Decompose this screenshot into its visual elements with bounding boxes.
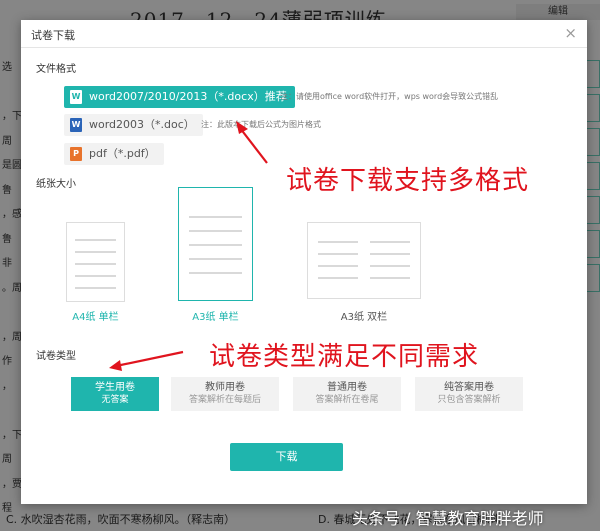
paper-line — [318, 241, 358, 243]
paper-size-label: 纸张大小 — [36, 179, 76, 190]
paper-line — [75, 239, 116, 241]
word-icon: W — [70, 118, 82, 132]
paper-type-title: 纯答案用卷 — [444, 382, 494, 393]
paper-line — [370, 265, 410, 267]
paper-type-title: 普通用卷 — [327, 382, 367, 393]
normal-paper-button[interactable]: 普通用卷 答案解析在卷尾 — [293, 377, 401, 411]
paper-line — [75, 287, 116, 289]
paper-line — [189, 230, 242, 232]
download-dialog: 试卷下载 × 文件格式 W word2007/2010/2013（*.docx）… — [21, 20, 587, 504]
paper-line — [75, 275, 116, 277]
close-icon[interactable]: × — [564, 24, 577, 42]
paper-line — [370, 241, 410, 243]
paper-line — [75, 251, 116, 253]
watermark: 头条号 / 智慧教育胖胖老师 — [352, 509, 544, 528]
paper-type-subtitle: 无答案 — [101, 395, 129, 405]
paper-size-name: A3纸 单栏 — [192, 312, 239, 323]
paper-type-title: 教师用卷 — [205, 382, 245, 393]
paper-a3-double[interactable] — [307, 222, 421, 299]
paper-line — [189, 244, 242, 246]
paper-size-name: A3纸 双栏 — [340, 312, 388, 323]
paper-line — [75, 263, 116, 265]
paper-line — [318, 277, 358, 279]
format-annotation: 试卷下载支持多格式 — [286, 166, 530, 196]
answer-only-paper-button[interactable]: 纯答案用卷 只包含答案解析 — [415, 377, 523, 411]
paper-line — [318, 253, 358, 255]
paper-type-label: 试卷类型 — [36, 351, 76, 362]
paper-line — [318, 265, 358, 267]
paper-type-subtitle: 只包含答案解析 — [437, 395, 501, 405]
paper-a3-single[interactable] — [178, 187, 253, 301]
student-paper-button[interactable]: 学生用卷 无答案 — [71, 377, 159, 411]
type-annotation: 试卷类型满足不同需求 — [209, 342, 480, 372]
paper-type-subtitle: 答案解析在卷尾 — [315, 395, 379, 405]
dialog-title: 试卷下载 — [31, 29, 75, 42]
pdf-icon: P — [70, 147, 82, 161]
download-button[interactable]: 下载 — [230, 443, 343, 471]
paper-line — [189, 216, 242, 218]
dialog-header: 试卷下载 × — [21, 20, 587, 48]
format-label: word2003（*.doc） — [89, 118, 195, 131]
format-option-docx[interactable]: W word2007/2010/2013（*.docx）推荐 — [64, 86, 295, 108]
format-label: word2007/2010/2013（*.docx）推荐 — [89, 90, 287, 103]
paper-type-subtitle: 答案解析在每题后 — [188, 395, 261, 405]
paper-line — [370, 253, 410, 255]
format-label: pdf（*.pdf） — [89, 147, 156, 160]
paper-line — [370, 277, 410, 279]
format-note: 注：此版本下载后公式为图片格式 — [201, 120, 321, 129]
paper-line — [189, 258, 242, 260]
teacher-paper-button[interactable]: 教师用卷 答案解析在每题后 — [171, 377, 279, 411]
paper-line — [189, 272, 242, 274]
word-icon: W — [70, 90, 82, 104]
format-note: 注：请使用office word软件打开，wps word会导致公式错乱 — [280, 92, 499, 101]
paper-a4-single[interactable] — [66, 222, 125, 302]
format-option-doc[interactable]: W word2003（*.doc） — [64, 114, 203, 136]
paper-size-name: A4纸 单栏 — [72, 312, 119, 323]
paper-type-title: 学生用卷 — [95, 382, 135, 393]
file-format-label: 文件格式 — [36, 64, 76, 75]
format-option-pdf[interactable]: P pdf（*.pdf） — [64, 143, 164, 165]
